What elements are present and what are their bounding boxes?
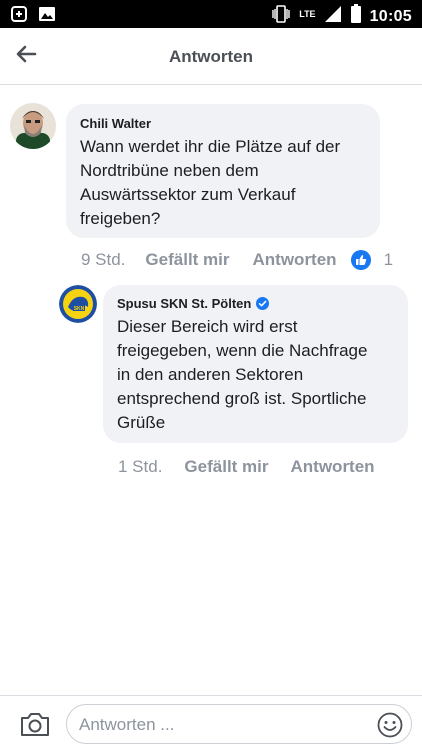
reply-input-container[interactable]: [66, 704, 412, 744]
comment-author[interactable]: Chili Walter: [80, 116, 366, 131]
emoji-icon[interactable]: [377, 712, 403, 738]
vibrate-icon: [271, 5, 291, 28]
avatar[interactable]: [10, 103, 56, 149]
like-button[interactable]: Gefällt mir: [145, 250, 229, 270]
reply-author[interactable]: Spusu SKN St. Pölten: [117, 296, 251, 311]
reply-input[interactable]: [77, 712, 361, 738]
reply-text: Dieser Bereich wird erst freigegeben, we…: [117, 317, 368, 432]
reply-author-row: Spusu SKN St. Pölten: [117, 296, 394, 311]
comment-actions: 9 Std. Gefällt mir Antworten 1: [81, 250, 411, 270]
clock: 10:05: [369, 7, 412, 25]
page-title: Antworten: [168, 47, 254, 66]
camera-icon[interactable]: [20, 711, 50, 737]
comment-timestamp: 9 Std.: [81, 250, 126, 269]
comment-text: Wann werdet ihr die Plätze auf der Nordt…: [80, 137, 341, 228]
reply-button[interactable]: Antworten: [253, 250, 337, 270]
network-type: LTE: [299, 8, 316, 19]
app-header: Antworten: [0, 28, 422, 85]
screenshot-notification-icon: [10, 5, 28, 28]
svg-text:SKN: SKN: [74, 306, 85, 312]
reply-bubble[interactable]: Spusu SKN St. Pölten Dieser Bereich wird…: [103, 285, 408, 443]
comment-bubble[interactable]: Chili Walter Wann werdet ihr die Plätze …: [66, 104, 380, 238]
signal-icon: [324, 5, 342, 28]
status-bar: LTE 10:05: [0, 0, 422, 28]
image-notification-icon: [38, 5, 56, 28]
verified-badge-icon: [256, 297, 270, 310]
like-count[interactable]: 1: [384, 250, 393, 270]
reply-actions: 1 Std. Gefällt mir Antworten: [118, 457, 408, 477]
reply-button[interactable]: Antworten: [291, 457, 375, 477]
avatar[interactable]: SKN: [59, 285, 97, 323]
like-reaction-icon[interactable]: [350, 250, 371, 270]
battery-icon: [350, 4, 362, 29]
like-button[interactable]: Gefällt mir: [184, 457, 268, 477]
reply-timestamp: 1 Std.: [118, 457, 163, 476]
reply-composer: [0, 695, 422, 751]
